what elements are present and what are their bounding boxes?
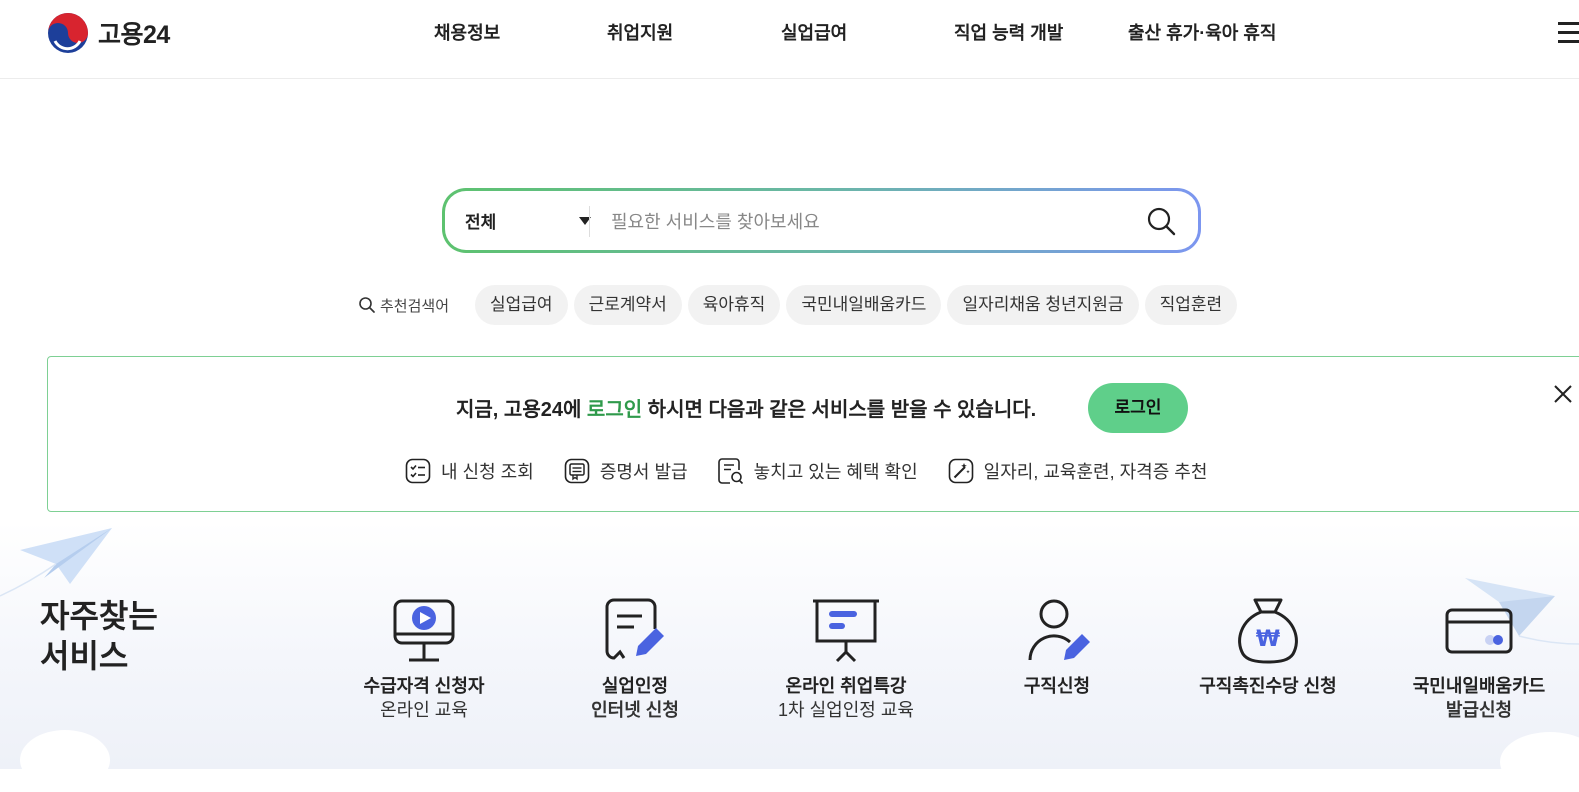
site-header: 고용24 채용정보 취업지원 실업급여 직업 능력 개발 출산 휴가·육아 휴직 bbox=[0, 0, 1579, 79]
nav-job-info[interactable]: 채용정보 bbox=[434, 19, 500, 45]
paper-plane-left-decoration bbox=[0, 528, 112, 597]
service-label: 수급자격 신청자 bbox=[363, 676, 485, 696]
frequent-services-title: 자주찾는 서비스 bbox=[40, 596, 158, 676]
document-pen-icon bbox=[605, 598, 664, 660]
keywords-label-text: 추천검색어 bbox=[380, 297, 450, 315]
service-label: 구직촉진수당 신청 bbox=[1199, 676, 1337, 696]
benefit-text: 내 신청 조회 bbox=[441, 462, 534, 482]
checklist-icon bbox=[405, 458, 431, 484]
service-label: 국민내일배움카드 bbox=[1412, 676, 1546, 696]
service-label: 실업인정 bbox=[601, 676, 669, 696]
site-logo[interactable]: 고용24 bbox=[46, 11, 170, 55]
recommended-keywords-label: 추천검색어 bbox=[358, 294, 449, 316]
benefit-my-applications: 내 신청 조회 bbox=[405, 458, 534, 484]
benefit-recommendations: 일자리, 교육훈련, 자격증 추천 bbox=[948, 458, 1208, 484]
login-button[interactable]: 로그인 bbox=[1088, 383, 1188, 433]
hamburger-menu-icon[interactable] bbox=[1558, 22, 1579, 44]
certificate-icon bbox=[564, 458, 590, 484]
service-label: 온라인 취업특강 bbox=[785, 676, 907, 696]
person-pen-icon bbox=[1028, 599, 1090, 661]
login-message-part: 지금, 고용24에 bbox=[456, 399, 587, 421]
money-bag-icon: ₩ bbox=[1238, 598, 1298, 664]
cloud-left-decoration bbox=[20, 730, 110, 790]
presentation-board-icon bbox=[813, 599, 879, 663]
nav-employment-support[interactable]: 취업지원 bbox=[607, 19, 673, 45]
login-message: 지금, 고용24에 로그인 하시면 다음과 같은 서비스를 받을 수 있습니다. bbox=[456, 393, 1036, 422]
service-sublabel: 인터넷 신청 bbox=[591, 700, 679, 720]
keyword-chips: 실업급여 근로계약서 육아휴직 국민내일배움카드 일자리채움 청년지원금 직업훈… bbox=[475, 285, 1238, 325]
title-line: 자주찾는 bbox=[40, 598, 158, 634]
service-label: 구직신청 bbox=[1023, 676, 1091, 696]
search-category-value: 전체 bbox=[465, 213, 497, 232]
magic-wand-icon bbox=[948, 458, 973, 484]
keyword-chip[interactable]: 실업급여 bbox=[475, 285, 568, 325]
keyword-chip[interactable]: 직업훈련 bbox=[1144, 285, 1238, 325]
service-unemployment-recognition[interactable]: 실업인정 인터넷 신청 bbox=[545, 596, 725, 722]
cloud-right-decoration bbox=[1500, 732, 1579, 792]
login-message-part: 하시면 다음과 같은 서비스를 받을 수 있습니다. bbox=[642, 399, 1037, 421]
document-search-icon bbox=[717, 458, 743, 485]
nav-parental-leave[interactable]: 출산 휴가·육아 휴직 bbox=[1128, 19, 1276, 45]
close-icon[interactable] bbox=[1550, 381, 1576, 407]
benefit-certificate: 증명서 발급 bbox=[564, 458, 688, 484]
login-promo-banner: 지금, 고용24에 로그인 하시면 다음과 같은 서비스를 받을 수 있습니다.… bbox=[47, 356, 1579, 512]
logo-text: 고용24 bbox=[98, 21, 170, 49]
keyword-chip[interactable]: 육아휴직 bbox=[687, 285, 781, 325]
nav-unemployment-benefit[interactable]: 실업급여 bbox=[781, 19, 847, 45]
monitor-play-icon bbox=[393, 599, 455, 662]
title-line: 서비스 bbox=[40, 638, 129, 674]
search-category-select[interactable]: 전체 bbox=[465, 191, 591, 250]
service-learning-card[interactable]: 국민내일배움카드 발급신청 bbox=[1389, 596, 1569, 722]
keyword-chip[interactable]: 근로계약서 bbox=[573, 285, 682, 325]
service-sublabel: 1차 실업인정 교육 bbox=[778, 700, 914, 720]
search-input[interactable] bbox=[609, 203, 1133, 241]
service-online-education[interactable]: 수급자격 신청자 온라인 교육 bbox=[334, 596, 514, 722]
service-sublabel: 온라인 교육 bbox=[380, 700, 468, 720]
benefit-missed-benefits: 놓치고 있는 혜택 확인 bbox=[717, 457, 918, 485]
login-message-highlight: 로그인 bbox=[586, 399, 643, 421]
service-job-application[interactable]: 구직신청 bbox=[967, 596, 1147, 698]
search-icon[interactable] bbox=[1145, 205, 1179, 239]
service-job-seeking-allowance[interactable]: ₩ 구직촉진수당 신청 bbox=[1178, 596, 1358, 698]
benefit-text: 증명서 발급 bbox=[599, 462, 688, 482]
nav-job-skills[interactable]: 직업 능력 개발 bbox=[954, 19, 1063, 45]
taegeuk-logo-icon bbox=[48, 13, 88, 53]
search-divider bbox=[589, 206, 590, 237]
benefit-text: 일자리, 교육훈련, 자격증 추천 bbox=[983, 462, 1208, 482]
credit-card-icon bbox=[1445, 608, 1513, 654]
keyword-chip[interactable]: 국민내일배움카드 bbox=[786, 285, 942, 325]
service-online-lecture[interactable]: 온라인 취업특강 1차 실업인정 교육 bbox=[756, 596, 936, 722]
keyword-chip[interactable]: 일자리채움 청년지원금 bbox=[947, 285, 1139, 325]
search-bar: 전체 bbox=[442, 188, 1201, 253]
login-benefits: 내 신청 조회 증명서 발급 놓치고 있는 혜택 확인 일자리, 교육훈련, 자… bbox=[405, 457, 1237, 485]
search-small-icon bbox=[359, 297, 375, 313]
benefit-text: 놓치고 있는 혜택 확인 bbox=[753, 462, 918, 482]
service-sublabel: 발급신청 bbox=[1445, 700, 1513, 720]
svg-text:₩: ₩ bbox=[1256, 627, 1280, 652]
